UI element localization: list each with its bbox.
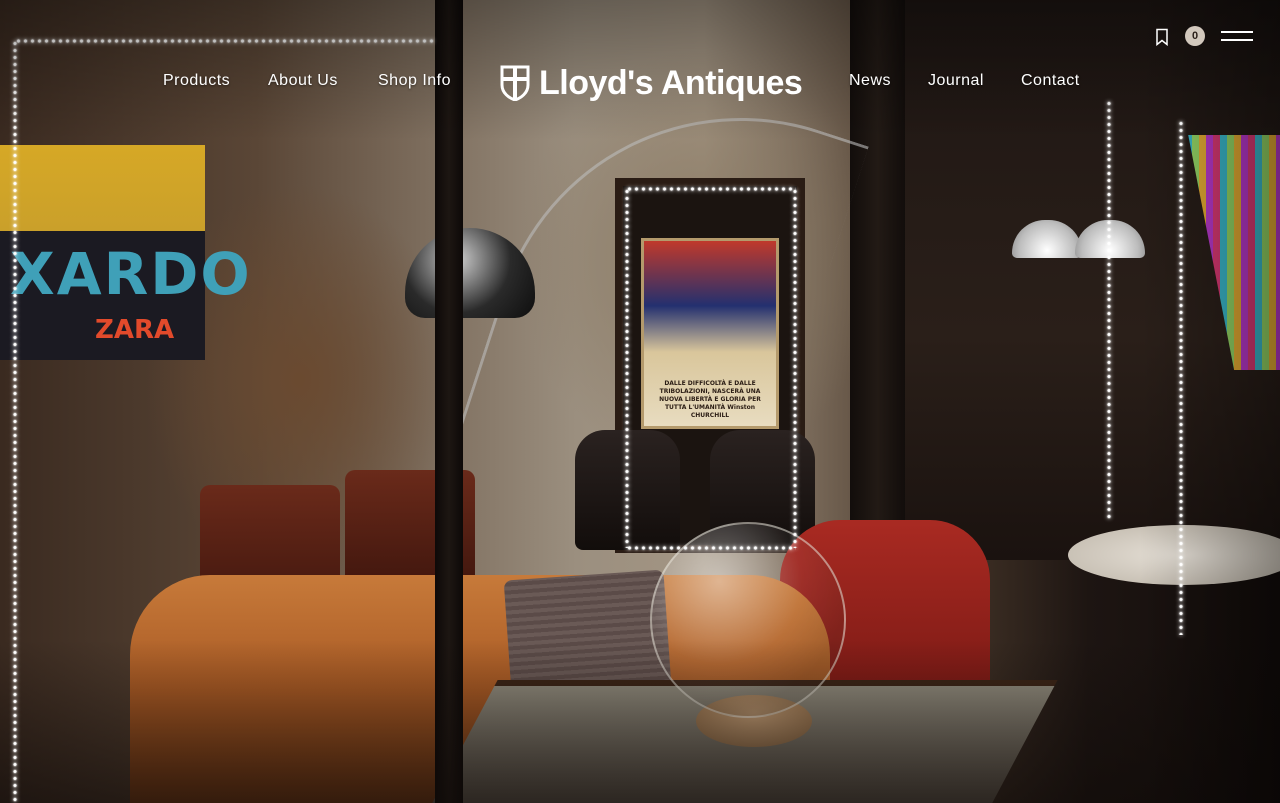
nav-products[interactable]: Products bbox=[163, 72, 230, 90]
nav-shop-info[interactable]: Shop Info bbox=[378, 72, 451, 90]
site-logo[interactable]: Lloyd's Antiques bbox=[500, 64, 803, 102]
led-strip bbox=[792, 188, 798, 548]
nav-journal[interactable]: Journal bbox=[928, 72, 984, 90]
bookmark-icon[interactable] bbox=[1155, 28, 1169, 47]
nav-news[interactable]: News bbox=[849, 72, 891, 90]
poster-left-subtitle: ZARA bbox=[95, 315, 175, 345]
site-logo-text: Lloyd's Antiques bbox=[539, 64, 803, 102]
nav-about-us[interactable]: About Us bbox=[268, 72, 338, 90]
hero-image: XARDO ZARA DALLE DIFFICOLTÀ E DALLE TRIB… bbox=[0, 0, 1280, 803]
led-strip bbox=[1106, 100, 1112, 520]
led-strip bbox=[12, 40, 18, 803]
poster-left-title: XARDO bbox=[10, 240, 252, 308]
led-strip bbox=[626, 545, 796, 551]
shield-cross-icon bbox=[500, 65, 530, 101]
led-strip bbox=[626, 186, 796, 192]
arc-lamp-shade bbox=[405, 228, 535, 318]
hamburger-menu-icon[interactable] bbox=[1221, 28, 1253, 44]
poster-left: XARDO ZARA bbox=[0, 145, 250, 360]
nav-contact[interactable]: Contact bbox=[1021, 72, 1080, 90]
led-strip bbox=[624, 188, 630, 548]
cart-count-badge[interactable]: 0 bbox=[1185, 26, 1205, 46]
floor-shadow bbox=[0, 640, 1280, 803]
led-strip bbox=[1178, 120, 1184, 635]
